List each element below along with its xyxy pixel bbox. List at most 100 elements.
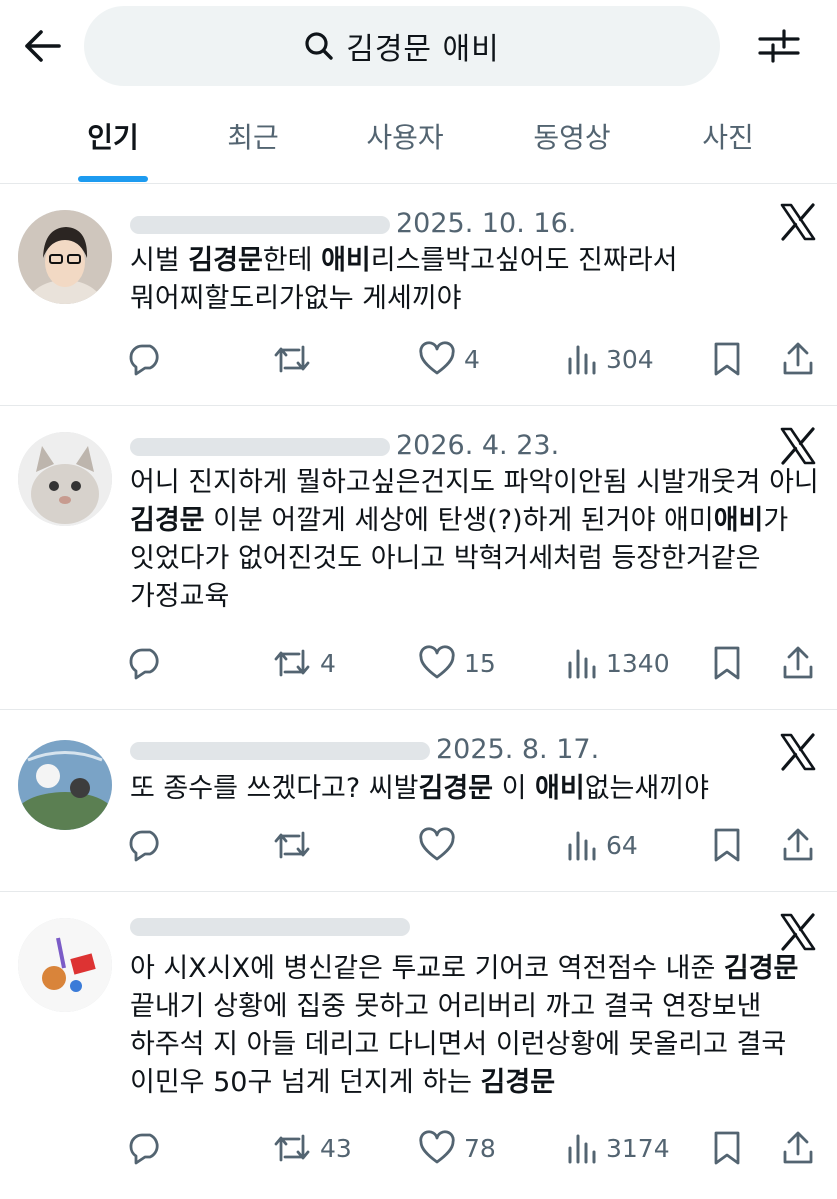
bookmark-button[interactable] xyxy=(712,825,742,865)
views-count: 1340 xyxy=(606,648,670,678)
bookmark-button[interactable] xyxy=(712,1128,742,1168)
tab-people[interactable]: 사용자 xyxy=(340,116,470,156)
search-input[interactable]: 김경문 애비 xyxy=(84,6,720,86)
views-icon xyxy=(568,1134,596,1164)
repost-button[interactable] xyxy=(272,825,320,865)
views-icon xyxy=(568,649,596,679)
like-icon xyxy=(419,341,455,375)
share-icon xyxy=(783,342,813,375)
redacted-username xyxy=(130,437,390,456)
post-actions: 43 78 3174 xyxy=(128,1128,828,1168)
views-button[interactable]: 64 xyxy=(566,825,638,865)
bookmark-icon xyxy=(714,342,740,376)
redacted-username xyxy=(130,917,410,936)
views-button[interactable]: 3174 xyxy=(566,1128,670,1168)
views-count: 304 xyxy=(606,344,654,374)
top-bar: 김경문 애비 xyxy=(0,0,837,92)
like-button[interactable]: 4 xyxy=(418,339,480,379)
x-logo-icon xyxy=(780,203,816,241)
bookmark-icon xyxy=(714,1131,740,1165)
post-item[interactable]: 2025. 8. 17. 또 종수를 쓰겠다고? 씨발김경문 이 애비없는새끼야… xyxy=(0,710,837,892)
avatar[interactable] xyxy=(18,740,112,830)
redacted-username xyxy=(130,741,430,760)
x-logo-icon xyxy=(780,733,816,771)
views-button[interactable]: 304 xyxy=(566,339,654,379)
views-icon xyxy=(568,345,596,375)
post-item[interactable]: 아 시X시X에 병신같은 투교로 기어코 역전점수 내준 김경문 끝내기 상황에… xyxy=(0,892,837,1199)
x-logo-icon xyxy=(780,427,816,465)
avatar[interactable] xyxy=(18,918,112,1012)
views-button[interactable]: 1340 xyxy=(566,643,670,683)
redacted-username xyxy=(130,215,390,234)
post-meta xyxy=(130,910,416,941)
repost-button[interactable]: 43 xyxy=(272,1128,352,1168)
like-button[interactable]: 15 xyxy=(418,643,496,683)
repost-button[interactable] xyxy=(272,339,320,379)
post-item[interactable]: 2025. 10. 16. 시벌 김경문한테 애비리스를박고싶어도 진짜라서 뭐… xyxy=(0,184,837,406)
post-actions: 64 xyxy=(128,825,828,865)
post-text: 시벌 김경문한테 애비리스를박고싶어도 진짜라서 뭐어찌할도리가없누 게세끼야 xyxy=(130,245,678,314)
tab-latest[interactable]: 최근 xyxy=(203,116,303,156)
reply-icon xyxy=(129,344,159,376)
x-logo-icon xyxy=(780,913,816,951)
avatar[interactable] xyxy=(18,432,112,526)
reply-icon xyxy=(129,648,159,680)
search-filter-button[interactable] xyxy=(754,24,804,68)
like-count: 78 xyxy=(464,1133,496,1163)
filter-icon xyxy=(758,29,800,63)
repost-count: 4 xyxy=(320,648,336,678)
bookmark-icon xyxy=(714,828,740,862)
post-meta: 2026. 4. 23. xyxy=(130,430,559,461)
post-actions: 4 15 1340 xyxy=(128,643,828,683)
like-icon xyxy=(419,827,455,861)
share-button[interactable] xyxy=(781,825,815,865)
bookmark-icon xyxy=(714,646,740,680)
like-icon xyxy=(419,1130,455,1164)
views-icon xyxy=(568,831,596,861)
repost-icon xyxy=(274,345,310,373)
repost-icon xyxy=(274,831,310,859)
search-tabs: 인기 최근 사용자 동영상 사진 xyxy=(0,100,837,184)
share-button[interactable] xyxy=(781,339,815,379)
repost-button[interactable]: 4 xyxy=(272,643,336,683)
reply-icon xyxy=(129,830,159,862)
reply-button[interactable] xyxy=(128,1128,172,1168)
like-icon xyxy=(419,645,455,679)
reply-button[interactable] xyxy=(128,825,172,865)
share-button[interactable] xyxy=(781,1128,815,1168)
bookmark-button[interactable] xyxy=(712,339,742,379)
back-button[interactable] xyxy=(20,24,64,68)
tab-popular[interactable]: 인기 xyxy=(63,116,163,156)
like-count: 4 xyxy=(464,344,480,374)
avatar[interactable] xyxy=(18,210,112,304)
share-icon xyxy=(783,828,813,861)
back-arrow-icon xyxy=(25,30,61,62)
post-meta: 2025. 8. 17. xyxy=(130,734,599,765)
reply-button[interactable] xyxy=(128,339,172,379)
post-text: 또 종수를 쓰겠다고? 씨발김경문 이 애비없는새끼야 xyxy=(130,773,709,804)
active-tab-indicator xyxy=(78,176,148,182)
post-date: 2025. 10. 16. xyxy=(396,208,577,239)
post-meta: 2025. 10. 16. xyxy=(130,208,576,239)
post-item[interactable]: 2026. 4. 23. 어니 진지하게 뭘하고싶은건지도 파악이안됨 시발개웃… xyxy=(0,406,837,710)
post-text: 어니 진지하게 뭘하고싶은건지도 파악이안됨 시발개웃겨 아니 김경문 이분 어… xyxy=(130,467,819,612)
repost-icon xyxy=(274,1134,310,1162)
search-query: 김경문 애비 xyxy=(346,32,500,67)
tab-videos[interactable]: 동영상 xyxy=(507,116,637,156)
share-icon xyxy=(783,1131,813,1164)
like-button[interactable]: 78 xyxy=(418,1128,496,1168)
share-button[interactable] xyxy=(781,643,815,683)
like-count: 15 xyxy=(464,648,496,678)
tab-photos[interactable]: 사진 xyxy=(678,116,778,156)
post-actions: 4 304 xyxy=(128,339,828,379)
post-date: 2026. 4. 23. xyxy=(396,430,560,461)
search-icon xyxy=(305,32,333,60)
bookmark-button[interactable] xyxy=(712,643,742,683)
share-icon xyxy=(783,646,813,679)
repost-icon xyxy=(274,649,310,677)
views-count: 64 xyxy=(606,830,638,860)
like-button[interactable] xyxy=(418,825,464,865)
post-date: 2025. 8. 17. xyxy=(436,734,600,765)
reply-button[interactable] xyxy=(128,643,172,683)
post-text: 아 시X시X에 병신같은 투교로 기어코 역전점수 내준 김경문 끝내기 상황에… xyxy=(130,953,799,1098)
